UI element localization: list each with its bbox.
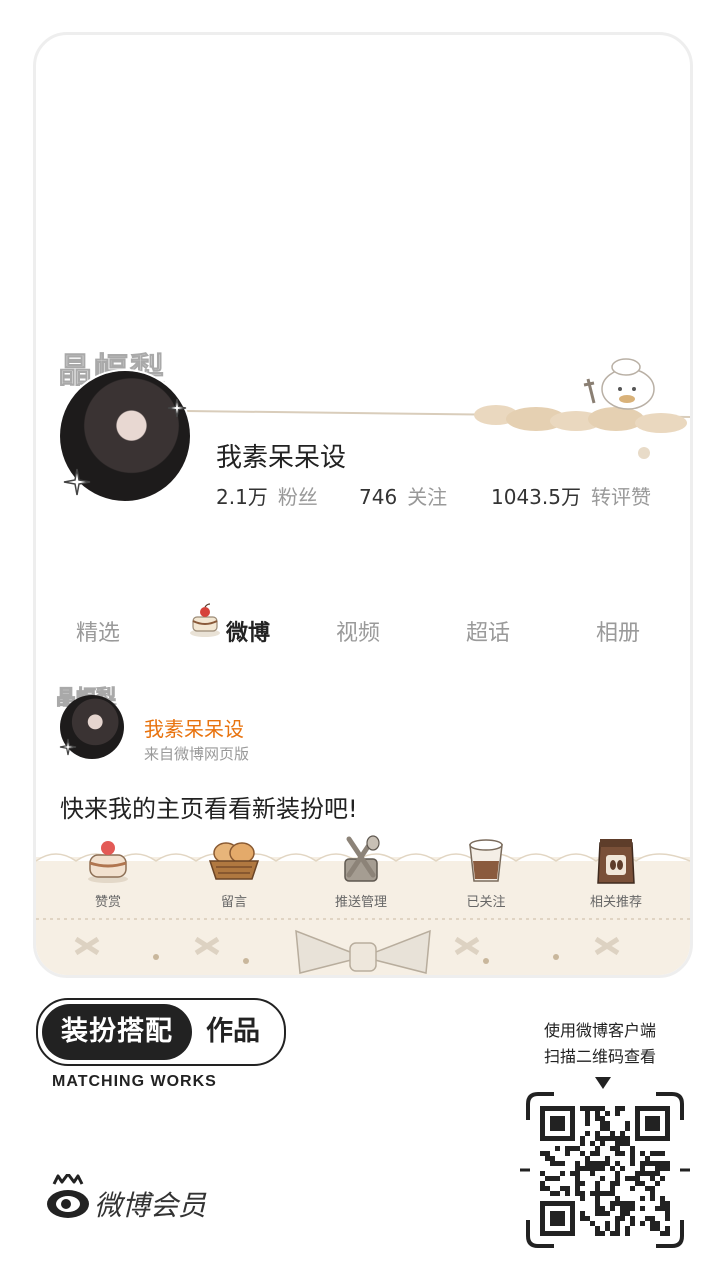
action-label: 留言 bbox=[220, 895, 247, 910]
qr-hint-line: 扫描二维码查看 bbox=[543, 1047, 656, 1066]
cat-chef-icon bbox=[583, 358, 655, 410]
weibo-eye-icon bbox=[47, 1172, 89, 1218]
tab-album[interactable]: 相册 bbox=[596, 615, 640, 647]
badge-subtitle: MATCHING WORKS bbox=[52, 1073, 217, 1090]
profile-username: 我素呆呆设 bbox=[216, 443, 347, 473]
action-label: 赞赏 bbox=[94, 895, 121, 910]
coffee-bag-icon bbox=[597, 839, 635, 884]
action-push-settings[interactable]: 推送管理 bbox=[311, 835, 411, 910]
tab-weibo[interactable]: 微博 bbox=[226, 615, 270, 647]
action-reward[interactable]: 赞赏 bbox=[58, 835, 158, 910]
stat-label: 转评赞 bbox=[590, 485, 651, 509]
stat-value: 746 bbox=[359, 485, 398, 509]
coffee-cup-icon bbox=[469, 839, 503, 882]
weibo-vip-brand: 微博会员 bbox=[44, 1172, 206, 1222]
stat-followers[interactable]: 2.1万 粉丝 bbox=[216, 481, 318, 510]
post-author-name[interactable]: 我素呆呆设 bbox=[144, 713, 244, 742]
stat-label: 关注 bbox=[407, 485, 448, 509]
arrow-down-icon bbox=[595, 1077, 611, 1089]
tab-video[interactable]: 视频 bbox=[336, 615, 380, 647]
action-label: 推送管理 bbox=[334, 895, 387, 910]
qr-hint: 使用微博客户端 扫描二维码查看 bbox=[530, 1018, 670, 1070]
profile-tabs: 精选 微博 视频 超话 相册 bbox=[36, 603, 690, 665]
stat-value: 2.1万 bbox=[216, 485, 268, 509]
badge-dark-label: 装扮搭配 bbox=[42, 1004, 192, 1060]
sparkle-icon bbox=[59, 738, 77, 756]
stat-label: 粉丝 bbox=[277, 485, 318, 509]
stat-following[interactable]: 746 关注 bbox=[359, 481, 447, 510]
post-source: 来自微博网页版 bbox=[144, 745, 250, 763]
qr-code-icon[interactable] bbox=[520, 1090, 690, 1250]
post-action-bar: 赞赏 留言 推送管理 已关注 相关推荐 bbox=[36, 827, 690, 975]
brand-name: 微博会员 bbox=[94, 1189, 207, 1222]
sparkle-icon bbox=[167, 398, 187, 418]
stat-reposts-comments-likes[interactable]: 1043.5万 转评赞 bbox=[491, 481, 651, 510]
tab-super-topic[interactable]: 超话 bbox=[466, 615, 510, 647]
profile-card: 晶幅梨 我素呆呆设 2.1万 粉丝 746 关注 1043.5万 转评赞 精选 微博 … bbox=[33, 32, 693, 978]
tab-featured[interactable]: 精选 bbox=[76, 615, 120, 647]
action-followed[interactable]: 已关注 bbox=[436, 835, 536, 910]
cake-icon bbox=[190, 603, 220, 637]
action-label: 相关推荐 bbox=[589, 895, 642, 910]
bread-basket-icon bbox=[208, 842, 260, 880]
action-label: 已关注 bbox=[466, 895, 506, 910]
post-content: 快来我的主页看看新装扮吧! bbox=[60, 795, 358, 823]
cutlery-icon bbox=[344, 835, 380, 882]
action-recommendations[interactable]: 相关推荐 bbox=[566, 835, 666, 910]
matching-works-badge: 装扮搭配 作品 bbox=[36, 998, 286, 1066]
badge-light-label: 作品 bbox=[206, 1016, 260, 1047]
cake-icon bbox=[88, 841, 128, 883]
sparkle-icon bbox=[63, 468, 91, 496]
action-comment[interactable]: 留言 bbox=[184, 835, 284, 910]
qr-hint-line: 使用微博客户端 bbox=[543, 1021, 656, 1040]
stat-value: 1043.5万 bbox=[491, 485, 581, 509]
